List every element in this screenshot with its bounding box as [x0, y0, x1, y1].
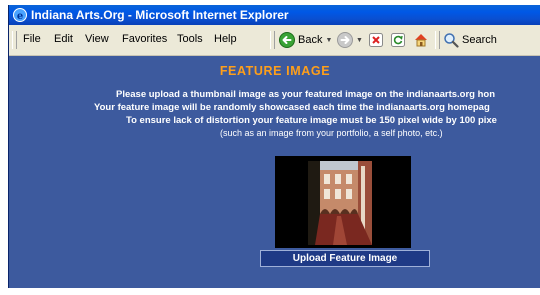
page-heading: FEATURE IMAGE — [219, 64, 331, 78]
back-button[interactable]: Back ▼ — [279, 30, 332, 50]
forward-arrow-icon — [337, 32, 353, 48]
toolbar-grip[interactable] — [12, 31, 17, 49]
upload-feature-image-button[interactable]: Upload Feature Image — [260, 250, 430, 267]
search-button[interactable]: Search — [443, 30, 497, 50]
svg-text:e: e — [17, 11, 23, 22]
menu-view[interactable]: View — [85, 33, 109, 45]
menu-file[interactable]: File — [23, 33, 41, 45]
back-label: Back — [298, 34, 323, 46]
feature-image-preview — [275, 156, 411, 248]
stop-icon — [369, 33, 383, 47]
search-icon — [444, 33, 459, 48]
menu-edit[interactable]: Edit — [54, 33, 73, 45]
page-content: FEATURE IMAGE Please upload a thumbnail … — [9, 56, 540, 288]
info-line-1: Please upload a thumbnail image as your … — [116, 89, 496, 100]
menu-toolbar: File Edit View Favorites Tools Help Back… — [9, 25, 540, 56]
forward-button[interactable]: ▼ — [337, 30, 363, 50]
stop-button[interactable] — [369, 30, 383, 50]
search-label: Search — [462, 34, 497, 46]
menu-favorites[interactable]: Favorites — [122, 33, 167, 45]
window-title: Indiana Arts.Org - Microsoft Internet Ex… — [31, 8, 289, 22]
back-dropdown-icon[interactable]: ▼ — [325, 37, 332, 44]
toolbar-grip[interactable] — [270, 31, 275, 49]
menu-help[interactable]: Help — [214, 33, 237, 45]
home-button[interactable] — [413, 30, 429, 50]
info-line-3: To ensure lack of distortion your featur… — [126, 115, 497, 126]
feature-photo — [275, 156, 411, 248]
toolbar-separator — [435, 31, 440, 49]
refresh-icon — [391, 33, 405, 47]
refresh-button[interactable] — [391, 30, 405, 50]
info-line-2: Your feature image will be randomly show… — [94, 102, 490, 113]
browser-window: e Indiana Arts.Org - Microsoft Internet … — [8, 5, 540, 288]
forward-dropdown-icon[interactable]: ▼ — [356, 37, 363, 44]
home-icon — [415, 34, 427, 47]
back-arrow-icon — [279, 32, 295, 48]
internet-explorer-icon: e — [13, 8, 27, 22]
info-subline: (such as an image from your portfolio, a… — [220, 128, 443, 138]
menu-tools[interactable]: Tools — [177, 33, 203, 45]
title-bar: e Indiana Arts.Org - Microsoft Internet … — [9, 5, 540, 25]
